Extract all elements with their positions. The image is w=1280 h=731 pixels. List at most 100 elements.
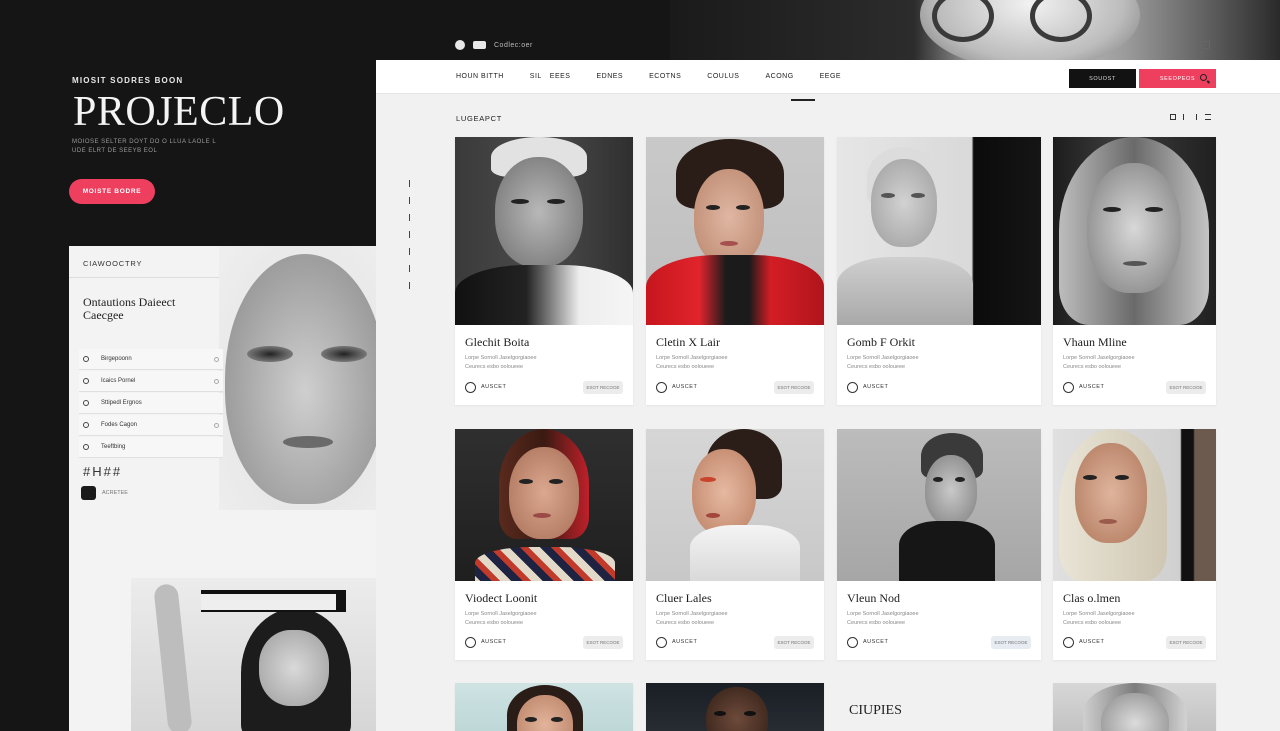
product-card[interactable]: Cluer Lales Lorpe Sornoll Jaselgorgiaoee… — [646, 429, 824, 660]
category-header: CIAWOOCTRY — [83, 259, 143, 268]
card-foot-label: AUSCET — [863, 384, 889, 390]
shield-icon — [1063, 382, 1074, 393]
category-item[interactable]: Birgepoonn — [79, 349, 223, 370]
card-action-pill[interactable]: ESOT RECOOE — [991, 636, 1031, 649]
check-icon — [214, 378, 219, 384]
card-meta: Ceurecs esbo ooloueee — [465, 620, 524, 626]
category-panel: CIAWOOCTRY Ontautions Daieect Caecgee Bi… — [69, 246, 376, 731]
rail-marker[interactable] — [409, 248, 413, 255]
card-action-pill[interactable]: ESOT RECOOE — [774, 381, 814, 394]
nav-item-active[interactable]: EEGE — [820, 73, 841, 80]
card-foot-label: AUSCET — [481, 639, 507, 645]
card-meta: Ceurecs esbo ooloueee — [847, 364, 906, 370]
figure-bar-inner — [201, 594, 336, 610]
list-view-icon[interactable] — [1183, 114, 1189, 120]
card-photo — [646, 683, 824, 731]
column-view-icon[interactable] — [1196, 114, 1198, 120]
nav-item[interactable]: ACONG — [765, 73, 793, 80]
rail-marker[interactable] — [409, 180, 413, 187]
main-panel: HOUN BITTH SIL EEES EDNES ECOTNS COULUS … — [376, 60, 1280, 731]
card-name: Vleun Nod — [847, 591, 900, 605]
nav-dark-button[interactable]: SOUOST — [1069, 69, 1136, 88]
window-icon — [1200, 41, 1210, 49]
nav-search-button[interactable]: SEEOPEOS — [1139, 69, 1216, 88]
card-foot-label: AUSCET — [481, 384, 507, 390]
category-title: Ontautions Daieect Caecgee — [83, 295, 176, 322]
nav-item[interactable]: EDNES — [596, 73, 623, 80]
record-icon[interactable] — [455, 40, 465, 50]
category-item[interactable]: Fodes Cagon — [79, 415, 223, 436]
product-card[interactable] — [455, 683, 633, 731]
category-symbols: #H## — [83, 464, 123, 479]
menu-icon[interactable] — [1205, 114, 1211, 120]
rail-marker[interactable] — [409, 265, 413, 272]
view-tools — [1170, 114, 1211, 120]
shield-icon — [847, 382, 858, 393]
card-foot-label: AUSCET — [863, 639, 889, 645]
product-card[interactable]: Viodect Loonit Lorpe Sornoll Jaselgorgia… — [455, 429, 633, 660]
product-card[interactable]: Gomb F Orkit Lorpe Sornoll Jaselgorgiaoe… — [837, 137, 1041, 405]
product-card[interactable]: Vhaun Mline Lorpe Sornoll Jaselgorgiaoee… — [1053, 137, 1216, 405]
product-card[interactable]: Cletin X Lair Lorpe Sornoll Jaselgorgiao… — [646, 137, 824, 405]
card-action-pill[interactable]: ESOT RECOOE — [1166, 636, 1206, 649]
navbar: HOUN BITTH SIL EEES EDNES ECOTNS COULUS … — [376, 60, 1280, 94]
divider — [69, 277, 219, 278]
card-meta: Ceurecs esbo ooloueee — [1063, 364, 1122, 370]
brand-title: PROJECLO — [73, 89, 285, 135]
figure-face — [259, 630, 329, 706]
card-foot-label: AUSCET — [672, 384, 698, 390]
vertical-rail — [409, 180, 413, 289]
nav-item[interactable]: COULUS — [707, 73, 739, 80]
card-action-pill[interactable]: ESOT RECOOE — [774, 636, 814, 649]
nav-item[interactable]: HOUN BITTH — [456, 73, 504, 80]
check-icon — [214, 422, 219, 428]
figure-hand — [153, 583, 193, 731]
card-meta: Lorpe Sornoll Jaselgorgiaoee — [656, 355, 728, 361]
grid-view-icon[interactable] — [1170, 114, 1176, 120]
rail-marker[interactable] — [409, 214, 413, 221]
product-card[interactable]: Glechit Boita Lorpe Sornoll Jaselgorgiao… — [455, 137, 633, 405]
nav-item[interactable]: ECOTNS — [649, 73, 681, 80]
card-photo — [455, 429, 633, 581]
card-foot-label: AUSCET — [1079, 639, 1105, 645]
category-item[interactable]: Teeftbing — [79, 437, 223, 458]
product-card[interactable]: Clas o.lmen Lorpe Sornoll Jaselgorgiaoee… — [1053, 429, 1216, 660]
product-card[interactable]: Vleun Nod Lorpe Sornoll Jaselgorgiaoee C… — [837, 429, 1041, 660]
collection-card[interactable]: CIUPIES — [837, 683, 1041, 731]
card-action-pill[interactable]: ESOT RECOOE — [583, 636, 623, 649]
active-tab-indicator — [791, 99, 815, 101]
product-card[interactable] — [1053, 683, 1216, 731]
card-photo — [1053, 137, 1216, 325]
category-portrait — [219, 246, 376, 510]
card-photo — [646, 137, 824, 325]
card-meta: Ceurecs esbo ooloueee — [1063, 620, 1122, 626]
rail-marker[interactable] — [409, 282, 413, 289]
card-action-pill[interactable]: ESOT RECOOE — [1166, 381, 1206, 394]
card-photo — [455, 137, 633, 325]
shield-icon — [656, 382, 667, 393]
rail-marker[interactable] — [409, 231, 413, 238]
shield-icon — [656, 637, 667, 648]
card-action-pill[interactable]: ESOT RECOOE — [583, 381, 623, 394]
radio-icon — [83, 356, 89, 362]
card-photo — [646, 429, 824, 581]
card-photo — [1053, 429, 1216, 581]
nav-menu: HOUN BITTH SIL EEES EDNES ECOTNS COULUS … — [456, 73, 841, 80]
toolbar-label: Codlec:oer — [494, 41, 533, 49]
shield-icon — [847, 637, 858, 648]
card-meta: Lorpe Sornoll Jaselgorgiaoee — [465, 355, 537, 361]
category-item[interactable]: Icaics Pornel — [79, 371, 223, 392]
nav-item[interactable]: EEES — [550, 73, 571, 80]
app-icon[interactable] — [81, 486, 96, 500]
card-meta: Ceurecs esbo ooloueee — [847, 620, 906, 626]
card-meta: Ceurecs esbo ooloueee — [656, 620, 715, 626]
product-card[interactable] — [646, 683, 824, 731]
category-item[interactable]: Sttipedl Ergnos — [79, 393, 223, 414]
nav-item[interactable]: SIL — [530, 73, 542, 80]
rail-marker[interactable] — [409, 197, 413, 204]
card-meta: Ceurecs esbo ooloueee — [656, 364, 715, 370]
hero-cta-button[interactable]: MOISTE BODRE — [69, 179, 155, 204]
card-photo — [455, 683, 633, 731]
radio-icon — [83, 400, 89, 406]
card-icon[interactable] — [473, 41, 486, 49]
